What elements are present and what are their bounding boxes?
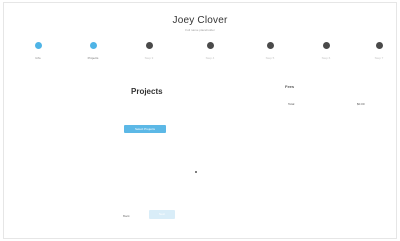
step-label: Info (35, 56, 41, 60)
step-label: Step 7 (374, 56, 384, 60)
total-value: $0.00 (357, 102, 365, 106)
step-label: Step 3 (144, 56, 154, 60)
step-label: Projects (87, 56, 99, 60)
step-label: Step 6 (321, 56, 331, 60)
step-7[interactable]: Step 7 (359, 42, 399, 60)
step-indicator-icon (266, 42, 274, 49)
summary-title: Fees (285, 84, 295, 89)
step-indicator-icon (34, 42, 42, 49)
step-indicator-icon (89, 42, 97, 49)
step-1[interactable]: Info (18, 42, 58, 60)
loading-indicator (195, 171, 197, 173)
app-frame (3, 2, 397, 239)
step-indicator-icon (375, 42, 383, 49)
step-3[interactable]: Step 3 (129, 42, 169, 60)
user-subtitle: Full name placeholder (185, 28, 215, 32)
step-indicator-icon (322, 42, 330, 49)
select-projects-button[interactable]: Select Projects (124, 125, 166, 133)
page-header: Joey Clover Full name placeholder (0, 15, 400, 32)
back-button[interactable]: Back (123, 214, 130, 218)
step-indicator-icon (206, 42, 214, 49)
step-label: Step 4 (205, 56, 215, 60)
step-label: Step 5 (265, 56, 275, 60)
progress-stepper: Info Projects Step 3 Step 4 Step 5 Step … (0, 42, 400, 66)
step-indicator-icon (145, 42, 153, 49)
step-5[interactable]: Step 5 (250, 42, 290, 60)
step-4[interactable]: Step 4 (190, 42, 230, 60)
total-label: Total (288, 102, 295, 106)
user-name: Joey Clover (172, 15, 228, 26)
next-button[interactable]: Next (149, 210, 175, 219)
step-6[interactable]: Step 6 (306, 42, 346, 60)
step-2[interactable]: Projects (73, 42, 113, 60)
section-title: Projects (131, 87, 163, 96)
